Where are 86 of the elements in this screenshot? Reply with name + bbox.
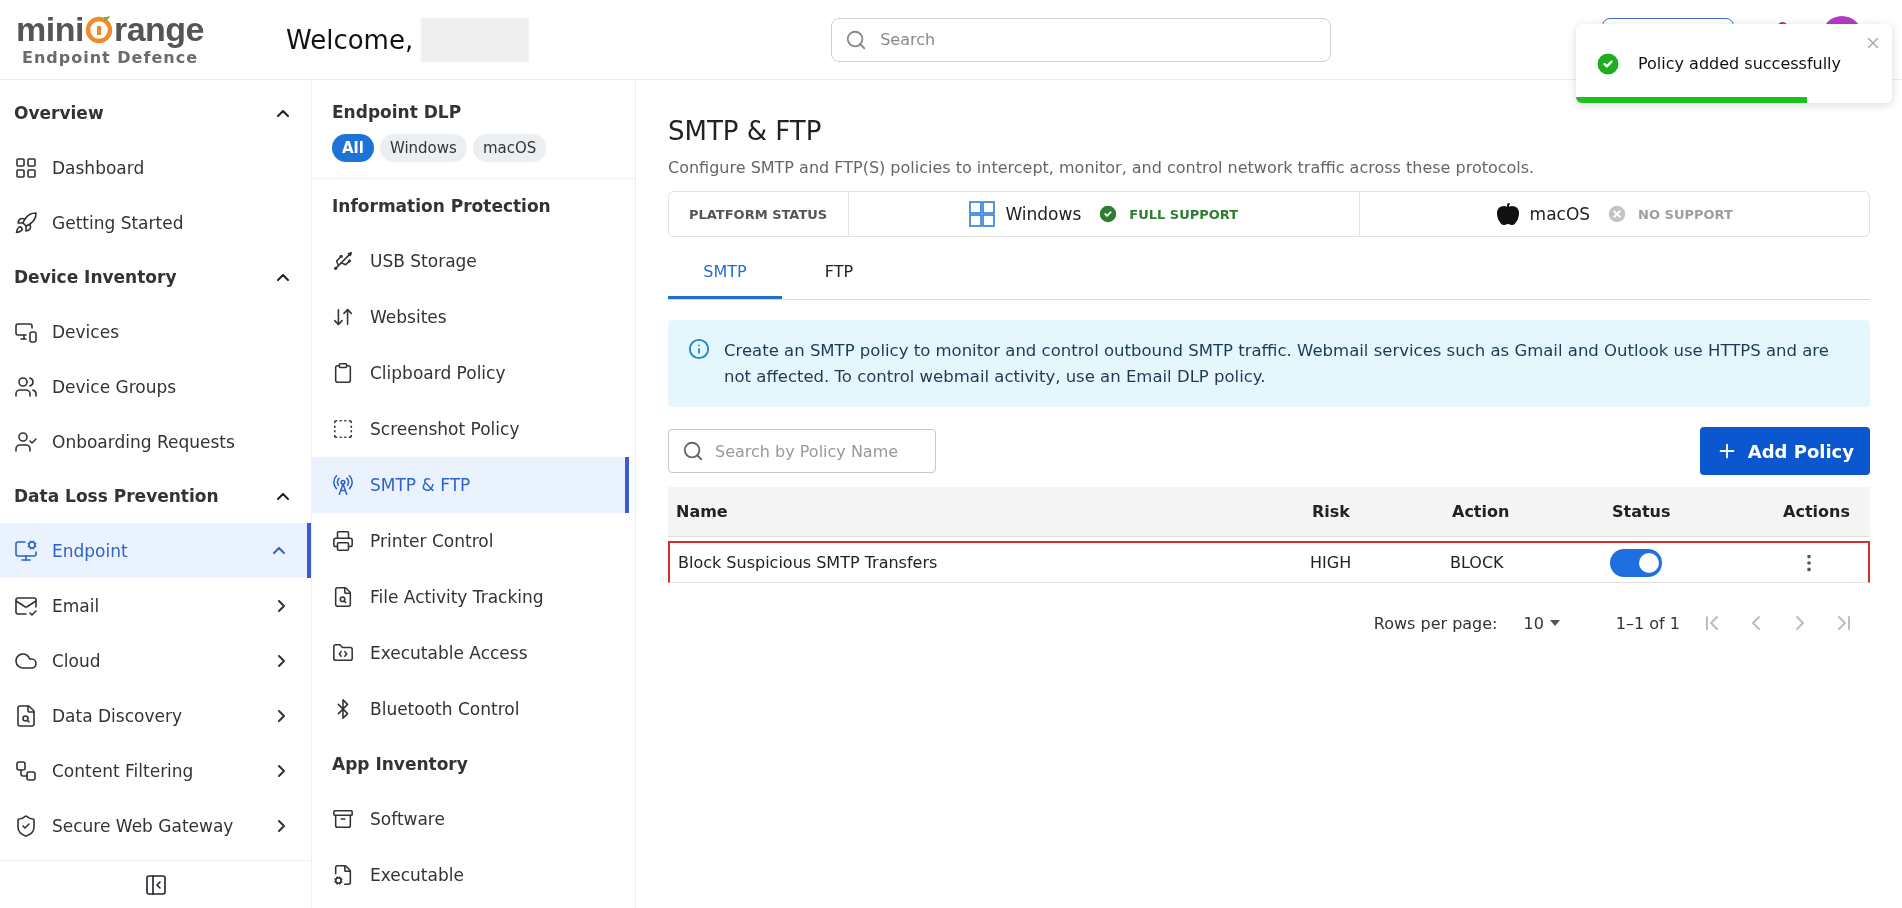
chevron-icon[interactable] xyxy=(277,273,289,281)
windows-icon xyxy=(969,201,996,227)
info-icon xyxy=(688,338,710,360)
arrows-updown-icon xyxy=(332,306,354,328)
subnav-item[interactable]: SMTP & FTP xyxy=(312,457,629,513)
sidebar-item[interactable]: Endpoint xyxy=(0,523,311,578)
subnav-item[interactable]: Executable xyxy=(312,847,629,903)
chevron-icon[interactable] xyxy=(277,492,289,500)
tab[interactable]: SMTP xyxy=(668,247,782,299)
subnav-item[interactable]: Bluetooth Control xyxy=(312,681,629,737)
policy-search-field[interactable]: Search by Policy Name xyxy=(668,429,936,474)
filter-chip[interactable]: macOS xyxy=(472,134,547,162)
sidebar-item[interactable]: Email xyxy=(0,578,311,633)
subnav-item[interactable]: Clipboard Policy xyxy=(312,345,629,401)
subnav-item[interactable]: Printer Control xyxy=(312,513,629,569)
subnav-item[interactable]: Executable Access xyxy=(312,625,629,681)
sidebar-item[interactable]: Getting Started xyxy=(0,195,311,250)
platform-name: macOS xyxy=(1529,204,1591,224)
status-toggle[interactable] xyxy=(1610,548,1662,577)
info-text: Create an SMTP policy to monitor and control outbound SMTP traffic. Webmail services such as Gmail and Outlook use HTTPS and are not affected. To control webmail activity, use an Email DLP policy. xyxy=(724,340,1830,388)
clipboard-icon xyxy=(332,362,354,384)
group-title: App Inventory xyxy=(331,753,469,776)
folder-code-icon xyxy=(332,642,354,664)
antenna-icon xyxy=(332,474,354,496)
search-field[interactable]: Search xyxy=(831,17,1332,62)
file-search-icon xyxy=(14,703,38,728)
support-label: FULL SUPPORT xyxy=(1129,206,1239,222)
file-gear-icon xyxy=(332,864,354,886)
panel-title: Endpoint DLP xyxy=(332,102,463,122)
table-cell-text: Block Suspicious SMTP Transfers xyxy=(678,553,939,573)
file-search-icon xyxy=(332,586,354,608)
caret-icon xyxy=(1549,620,1560,627)
rows-per-page-select[interactable]: 10 xyxy=(1517,612,1566,634)
status-label: PLATFORM STATUS xyxy=(689,206,828,222)
search-icon xyxy=(845,28,868,51)
monitor-gear-icon xyxy=(14,538,38,563)
subnav-item[interactable]: USB Storage xyxy=(312,233,629,289)
welcome-text: Welcome, xyxy=(286,24,414,55)
search-icon xyxy=(682,440,704,463)
sidebar-item[interactable]: Device Groups xyxy=(0,359,311,414)
user-check-icon xyxy=(14,429,38,454)
shield-icon xyxy=(14,813,38,838)
subnav-item[interactable]: Websites xyxy=(312,289,629,345)
rocket-icon xyxy=(14,210,38,235)
page-title: SMTP & FTP xyxy=(668,116,823,146)
flow-icon xyxy=(14,758,38,783)
usb-icon xyxy=(332,250,354,272)
page-subtitle: Configure SMTP and FTP(S) policies to intercept, monitor, and control network traffic across these protocols. xyxy=(668,158,1536,177)
add-policy-button[interactable]: Add Policy xyxy=(1699,427,1870,476)
toast-message: Policy added successfully xyxy=(1638,54,1842,73)
sidebar-item[interactable]: Data Discovery xyxy=(0,688,311,743)
page-range: 1–1 of 1 xyxy=(1615,613,1680,633)
rows-per-page-label: Rows per page: xyxy=(1373,613,1498,633)
apple-icon xyxy=(1495,202,1520,226)
subnav-item[interactable]: Screenshot Policy xyxy=(312,401,629,457)
sidebar-item[interactable]: Dashboard xyxy=(0,140,311,195)
group-title: Information Protection xyxy=(331,195,552,218)
archive-icon xyxy=(332,808,354,830)
section-title: Overview xyxy=(14,103,104,123)
section-title: Device Inventory xyxy=(14,267,177,287)
table-cell-text: BLOCK xyxy=(1450,553,1505,573)
subnav-item[interactable]: File Activity Tracking xyxy=(312,569,629,625)
sidebar-item[interactable]: Content Filtering xyxy=(0,743,311,798)
filter-chip[interactable]: All xyxy=(332,134,374,162)
printer-icon xyxy=(332,530,354,552)
column-header: Action xyxy=(1452,502,1511,522)
filter-chip[interactable]: Windows xyxy=(379,134,467,162)
sidebar-item[interactable]: Cloud xyxy=(0,633,311,688)
sidebar-item[interactable]: Onboarding Requests xyxy=(0,414,311,469)
platform-name: Windows xyxy=(1005,204,1082,224)
sidebar-item[interactable]: Devices xyxy=(0,304,311,359)
section-title: Data Loss Prevention xyxy=(14,486,219,506)
dashed-square-icon xyxy=(332,418,354,440)
sidebar-item[interactable]: Secure Web Gateway xyxy=(0,798,311,853)
chevron-icon[interactable] xyxy=(277,109,289,117)
column-header: Risk xyxy=(1312,502,1351,522)
column-header: Actions xyxy=(1782,502,1851,522)
collapse-sidebar-icon[interactable] xyxy=(143,872,168,897)
users-icon xyxy=(14,374,38,399)
column-header: Status xyxy=(1612,502,1672,522)
tab[interactable]: FTP xyxy=(782,247,896,299)
subnav-item[interactable]: Software xyxy=(312,791,629,847)
column-header: Name xyxy=(676,502,729,522)
support-label: NO SUPPORT xyxy=(1638,206,1733,222)
table-cell-text: HIGH xyxy=(1310,553,1353,573)
grid-icon xyxy=(14,155,38,180)
